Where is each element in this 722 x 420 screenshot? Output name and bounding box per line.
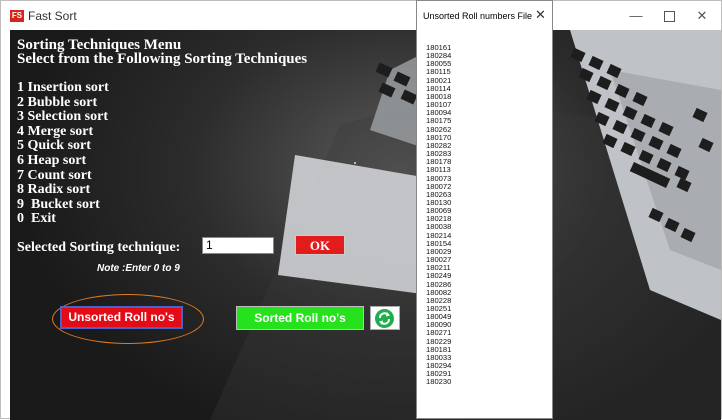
technique-input[interactable]: 1: [202, 237, 274, 254]
list-item: 7 Count sort: [17, 167, 92, 183]
list-item: 0 Exit: [17, 211, 56, 227]
list-item: 3 Selection sort: [17, 109, 108, 125]
unsorted-roll-button[interactable]: Unsorted Roll no's: [60, 306, 183, 329]
menu-subheading: Select from the Following Sorting Techni…: [17, 51, 308, 67]
list-item: 5 Quick sort: [17, 138, 91, 154]
list-item: 180230: [426, 377, 452, 387]
list-item: 4 Merge sort: [17, 123, 94, 139]
roll-number-list: 180161 180284 180055 180115 180021 180114 1800…: [426, 43, 452, 387]
list-item: 9 Bucket sort: [17, 196, 100, 212]
popup-close-button[interactable]: ✕: [535, 7, 546, 23]
sorting-technique-list: 1 Insertion sort 2 Bubble sort 3 Selecti…: [17, 80, 109, 227]
popup-title: Unsorted Roll numbers File: [423, 11, 533, 21]
minimize-button[interactable]: —: [621, 5, 651, 27]
sorted-roll-button[interactable]: Sorted Roll no's: [236, 306, 364, 330]
window-title: Fast Sort: [28, 9, 77, 23]
list-item: 1 Insertion sort: [17, 80, 109, 95]
list-item: 2 Bubble sort: [17, 94, 98, 110]
refresh-icon: [375, 309, 394, 328]
list-item: 8 Radix sort: [17, 182, 91, 198]
maximize-icon: [663, 11, 675, 23]
laptop-background-image: [210, 30, 721, 420]
main-window: FS Fast Sort — ✕ Sorting Techniques Menu…: [0, 0, 722, 420]
ok-button[interactable]: OK: [295, 235, 345, 255]
refresh-button[interactable]: [370, 306, 400, 330]
title-bar: FS Fast Sort — ✕: [1, 1, 721, 31]
close-button[interactable]: ✕: [687, 5, 717, 27]
unsorted-roll-window: Unsorted Roll numbers File ✕ 180161 18028…: [416, 0, 553, 419]
input-note: Note :Enter 0 to 9: [97, 263, 180, 274]
app-logo-icon: FS: [10, 10, 24, 22]
list-item: 6 Heap sort: [17, 152, 87, 168]
content-area: Sorting Techniques Menu Select from the …: [10, 30, 721, 420]
selected-technique-label: Selected Sorting technique:: [17, 240, 181, 255]
maximize-button[interactable]: [654, 5, 684, 27]
